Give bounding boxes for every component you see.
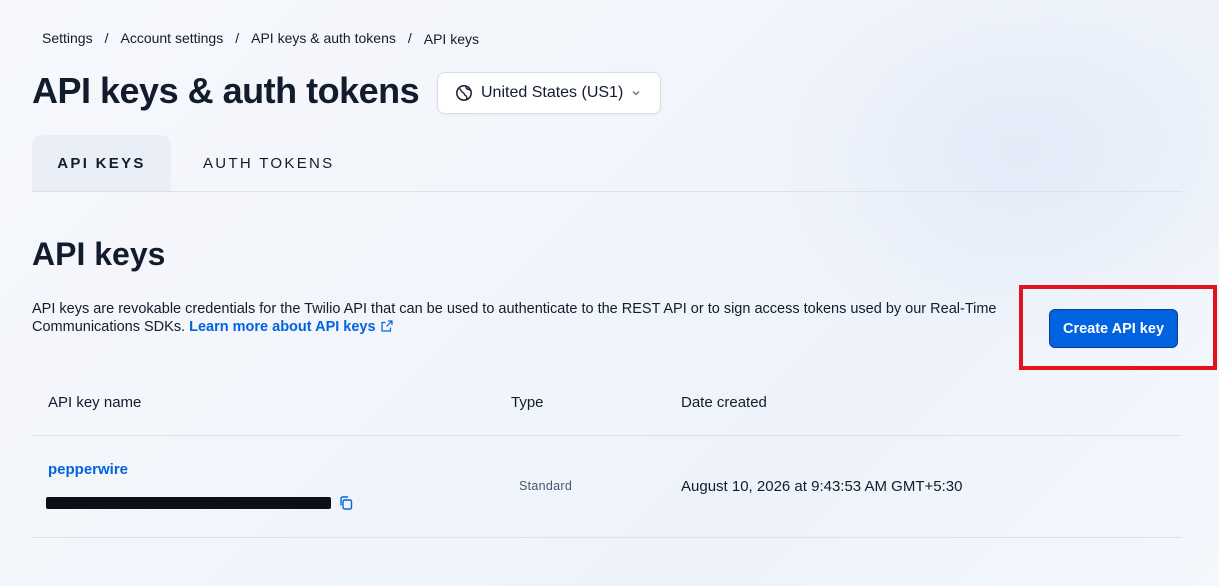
- learn-more-label: Learn more about API keys: [189, 319, 376, 335]
- tab-auth-tokens[interactable]: AUTH TOKENS: [203, 135, 334, 191]
- copy-icon[interactable]: [338, 495, 354, 511]
- chevron-down-icon: [631, 88, 641, 98]
- breadcrumb-api-keys-auth-tokens[interactable]: API keys & auth tokens: [251, 30, 396, 46]
- breadcrumb-separator: /: [235, 30, 240, 46]
- globe-icon: [455, 84, 473, 102]
- region-select-label: United States (US1): [481, 84, 624, 101]
- api-key-sid: SKxxxxxxxxxxxxxxxxxxxxxxxxxxxxxxx5: [46, 495, 354, 511]
- learn-more-link[interactable]: Learn more about API keys: [189, 319, 393, 335]
- breadcrumb-api-keys: API keys: [423, 31, 479, 47]
- page-title: API keys & auth tokens: [32, 70, 420, 111]
- section-title: API keys: [32, 236, 166, 272]
- date-created: August 10, 2026 at 9:43:53 AM GMT+5:30: [681, 478, 963, 495]
- breadcrumb-settings[interactable]: Settings: [42, 30, 93, 46]
- description-text: API keys are revokable credentials for t…: [32, 301, 997, 335]
- table-header: API key name Type Date created: [32, 384, 1182, 436]
- table-row: pepperwire SKxxxxxxxxxxxxxxxxxxxxxxxxxxx…: [32, 437, 1182, 538]
- breadcrumb: Settings / Account settings / API keys &…: [42, 30, 479, 47]
- section-description: API keys are revokable credentials for t…: [32, 300, 1012, 336]
- tab-api-keys[interactable]: API KEYS: [32, 135, 171, 191]
- type-badge: Standard: [519, 479, 573, 493]
- breadcrumb-account-settings[interactable]: Account settings: [120, 30, 223, 46]
- breadcrumb-separator: /: [104, 30, 109, 46]
- region-select[interactable]: United States (US1): [437, 72, 661, 114]
- column-header-date: Date created: [681, 394, 767, 411]
- breadcrumb-separator: /: [407, 30, 412, 46]
- column-header-name: API key name: [48, 394, 142, 411]
- create-api-key-button[interactable]: Create API key: [1049, 309, 1178, 348]
- api-key-sid-redacted: SKxxxxxxxxxxxxxxxxxxxxxxxxxxxxxxx5: [46, 497, 331, 509]
- tab-list: API KEYS AUTH TOKENS: [32, 135, 1182, 192]
- api-key-name-link[interactable]: pepperwire: [48, 461, 128, 478]
- column-header-type: Type: [511, 394, 544, 411]
- external-link-icon: [380, 319, 394, 333]
